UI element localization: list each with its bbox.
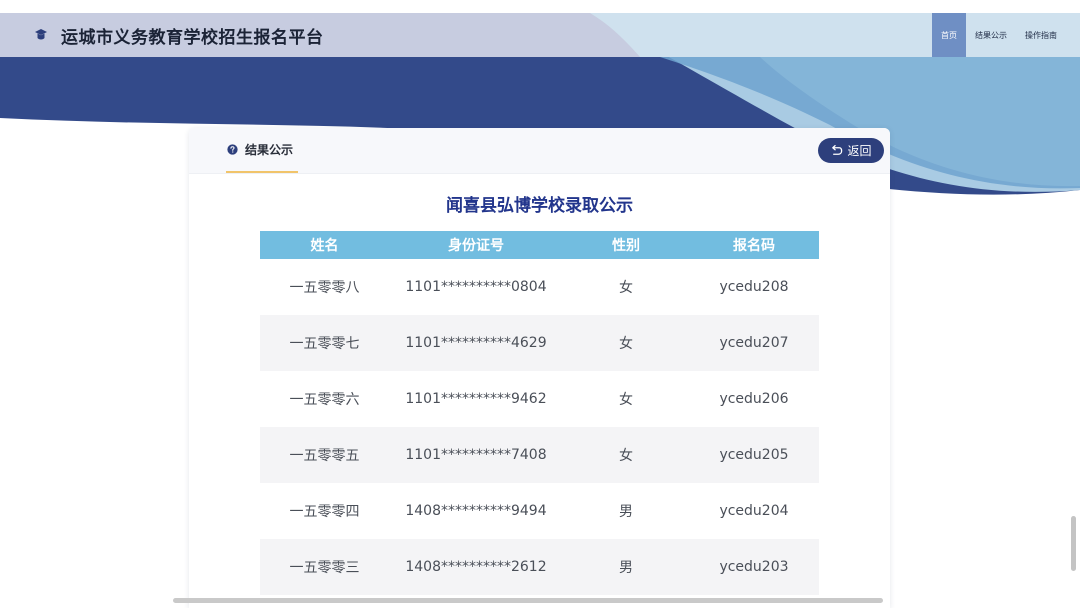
results-card: 结果公示 返回 闻喜县弘博学校录取公示 姓名 身份证号 性别 报名码 一五零零八 [189,128,890,608]
page: 运城市义务教育学校招生报名平台 首页 结果公示 操作指南 结果公示 返回 闻喜县… [0,0,1080,608]
back-button[interactable]: 返回 [818,138,884,163]
nav-item-results[interactable]: 结果公示 [966,13,1016,57]
cell-id-number: 1408**********9494 [405,503,547,519]
table-row: 一五零零六 1101**********9462 女 ycedu206 [260,371,819,427]
cell-name: 一五零零四 [289,504,360,520]
cell-registration-code: ycedu204 [719,503,789,519]
vertical-scrollbar[interactable] [1071,516,1076,571]
cell-id-number: 1101**********7408 [405,447,547,463]
table-row: 一五零零四 1408**********9494 男 ycedu204 [260,483,819,539]
cell-name: 一五零零六 [289,392,360,408]
table-row: 一五零零三 1408**********2612 男 ycedu203 [260,539,819,595]
tab-results-label: 结果公示 [245,143,294,157]
cell-registration-code: ycedu208 [719,279,789,295]
column-header-gender: 性别 [612,238,640,254]
column-header-name: 姓名 [310,238,339,254]
tab-active-underline [226,171,298,173]
question-circle-icon [227,144,238,155]
tab-results[interactable]: 结果公示 [227,141,293,174]
cell-id-number: 1101**********0804 [405,279,547,295]
cell-registration-code: ycedu205 [719,447,789,463]
cell-registration-code: ycedu206 [719,391,789,407]
back-button-label: 返回 [847,144,872,158]
cell-gender: 男 [619,504,633,520]
cell-gender: 女 [619,448,633,464]
cell-gender: 男 [619,560,633,576]
table-row: 一五零零八 1101**********0804 女 ycedu208 [260,259,819,315]
return-arrow-icon [832,145,843,155]
cell-id-number: 1101**********4629 [405,335,547,351]
card-tab-bar: 结果公示 返回 [189,128,890,174]
top-header: 运城市义务教育学校招生报名平台 首页 结果公示 操作指南 [0,13,1080,57]
column-header-id-number: 身份证号 [448,238,504,254]
site-title: 运城市义务教育学校招生报名平台 [61,28,324,48]
cell-registration-code: ycedu203 [719,559,789,575]
top-nav: 首页 结果公示 操作指南 [932,13,1066,57]
table-row: 一五零零五 1101**********7408 女 ycedu205 [260,427,819,483]
cell-gender: 女 [619,280,633,296]
table-header: 姓名 身份证号 性别 报名码 [260,231,819,259]
horizontal-scrollbar[interactable] [173,598,883,603]
cell-name: 一五零零五 [289,448,360,464]
table-row: 一五零零七 1101**********4629 女 ycedu207 [260,315,819,371]
cell-gender: 女 [619,392,633,408]
graduation-cap-icon [35,29,47,40]
cell-name: 一五零零三 [289,560,360,576]
column-header-registration-code: 报名码 [733,238,775,254]
cell-registration-code: ycedu207 [719,335,789,351]
table-title: 闻喜县弘博学校录取公示 [446,196,633,216]
admission-table: 姓名 身份证号 性别 报名码 一五零零八 1101**********0804 … [260,231,819,595]
cell-name: 一五零零八 [289,280,360,296]
cell-id-number: 1101**********9462 [405,391,547,407]
nav-item-home[interactable]: 首页 [932,13,966,57]
nav-item-guide[interactable]: 操作指南 [1016,13,1066,57]
cell-gender: 女 [619,336,633,352]
cell-name: 一五零零七 [289,336,360,352]
cell-id-number: 1408**********2612 [405,559,547,575]
